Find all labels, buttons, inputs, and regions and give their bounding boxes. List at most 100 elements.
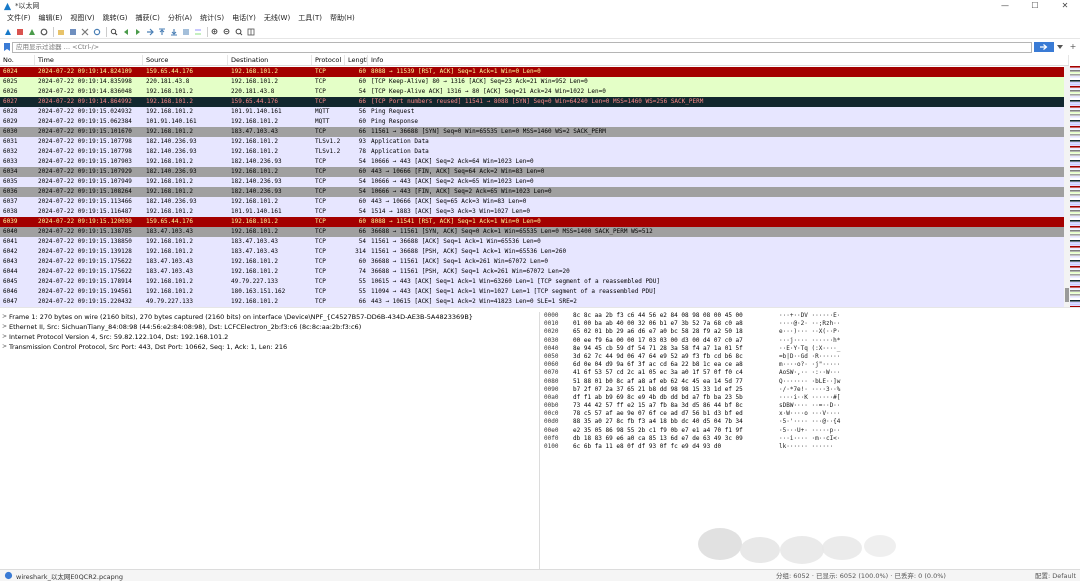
column-header-length[interactable]: Length bbox=[345, 55, 368, 65]
detail-frame[interactable]: > Frame 1: 270 bytes on wire (2160 bits),… bbox=[0, 312, 539, 322]
packet-row[interactable]: 6047 2024-07-22 09:19:15.220432 49.79.227.… bbox=[0, 297, 1069, 307]
menu-view[interactable]: 视图(V) bbox=[66, 12, 98, 25]
column-header-info[interactable]: Info bbox=[368, 55, 1069, 65]
restart-capture-icon[interactable] bbox=[27, 27, 37, 37]
hex-row[interactable]: 0030 00 ee f9 6a 00 00 17 03 03 00 d3 00 … bbox=[541, 337, 1080, 345]
packet-row[interactable]: 6028 2024-07-22 09:19:15.024932 192.168.10… bbox=[0, 107, 1069, 117]
packet-row[interactable]: 6044 2024-07-22 09:19:15.175622 183.47.103… bbox=[0, 267, 1069, 277]
reload-icon[interactable] bbox=[92, 27, 102, 37]
hex-row[interactable]: 0040 8e 94 45 cb 59 df 54 71 28 3a 58 f4 … bbox=[541, 345, 1080, 353]
filter-dropdown-icon[interactable] bbox=[1055, 42, 1065, 52]
save-file-icon[interactable] bbox=[68, 27, 78, 37]
packet-row[interactable]: 6033 2024-07-22 09:19:15.107903 192.168.10… bbox=[0, 157, 1069, 167]
packet-row[interactable]: 6035 2024-07-22 09:19:15.107949 192.168.10… bbox=[0, 177, 1069, 187]
hex-row[interactable]: 0050 3d 62 7c 44 9d 06 47 64 e9 52 a9 f3 … bbox=[541, 353, 1080, 361]
hex-row[interactable]: 0090 b7 2f 07 2a 37 65 21 b8 dd 98 98 15 … bbox=[541, 386, 1080, 394]
minimize-icon[interactable]: — bbox=[990, 0, 1020, 12]
find-packet-icon[interactable] bbox=[109, 27, 119, 37]
hex-row[interactable]: 0070 41 6f 53 57 cd 2c a1 05 ec 3a a0 1f … bbox=[541, 369, 1080, 377]
packet-row[interactable]: 6041 2024-07-22 09:19:15.138850 192.168.10… bbox=[0, 237, 1069, 247]
minimap-line bbox=[1070, 216, 1080, 218]
close-icon[interactable]: ✕ bbox=[1050, 0, 1080, 12]
hex-row[interactable]: 00c0 78 c5 57 af ae 9e 07 6f ce ad d7 56 … bbox=[541, 410, 1080, 418]
hex-row[interactable]: 0080 51 88 01 b0 8c af a8 af eb 62 4c 45 … bbox=[541, 378, 1080, 386]
menu-tools[interactable]: 工具(T) bbox=[294, 12, 326, 25]
menu-statistics[interactable]: 统计(S) bbox=[196, 12, 228, 25]
hex-row[interactable]: 00e0 e2 35 05 86 98 55 2b c1 f9 0b e7 e1 … bbox=[541, 427, 1080, 435]
stop-capture-icon[interactable] bbox=[15, 27, 25, 37]
hex-row[interactable]: 0020 65 02 01 bb 29 a6 d6 e7 a0 bc 58 28 … bbox=[541, 328, 1080, 336]
packet-row[interactable]: 6046 2024-07-22 09:19:15.194561 192.168.10… bbox=[0, 287, 1069, 297]
hex-row[interactable]: 0060 6d 0e 04 d9 9a 6f 3f ac cd 6a 22 b8 … bbox=[541, 361, 1080, 369]
menu-analyze[interactable]: 分析(A) bbox=[164, 12, 196, 25]
zoom-out-icon[interactable] bbox=[222, 27, 232, 37]
packet-row[interactable]: 6043 2024-07-22 09:19:15.175622 183.47.103… bbox=[0, 257, 1069, 267]
hex-row[interactable]: 00f0 db 18 83 69 e6 a0 ca 85 13 6d e7 de … bbox=[541, 435, 1080, 443]
expert-info-icon[interactable] bbox=[4, 571, 13, 580]
packet-row[interactable]: 6042 2024-07-22 09:19:15.139128 192.168.10… bbox=[0, 247, 1069, 257]
bookmark-icon[interactable] bbox=[2, 42, 12, 52]
packet-row[interactable]: 6026 2024-07-22 09:19:14.836048 192.168.10… bbox=[0, 87, 1069, 97]
packet-row[interactable]: 6037 2024-07-22 09:19:15.113466 182.140.23… bbox=[0, 197, 1069, 207]
packet-row[interactable]: 6030 2024-07-22 09:19:15.101670 192.168.10… bbox=[0, 127, 1069, 137]
packet-row[interactable]: 6034 2024-07-22 09:19:15.107929 182.140.23… bbox=[0, 167, 1069, 177]
menu-file[interactable]: 文件(F) bbox=[3, 12, 35, 25]
hex-row[interactable]: 00a0 df f1 ab b9 69 8c e9 4b db dd bd a7 … bbox=[541, 394, 1080, 402]
column-header-no[interactable]: No. bbox=[0, 55, 35, 65]
hex-row[interactable]: 0010 01 00 ba ab 40 00 32 06 b1 e7 3b 52 … bbox=[541, 320, 1080, 328]
go-forward-icon[interactable] bbox=[133, 27, 143, 37]
expand-arrow-icon[interactable]: > bbox=[0, 312, 9, 322]
packet-row[interactable]: 6045 2024-07-22 09:19:15.178914 192.168.10… bbox=[0, 277, 1069, 287]
expand-arrow-icon[interactable]: > bbox=[0, 322, 9, 332]
packet-row[interactable]: 6027 2024-07-22 09:19:14.864992 192.168.10… bbox=[0, 97, 1069, 107]
menu-telephony[interactable]: 电话(Y) bbox=[228, 12, 260, 25]
expand-arrow-icon[interactable]: > bbox=[0, 342, 9, 352]
packet-row[interactable]: 6036 2024-07-22 09:19:15.108264 192.168.10… bbox=[0, 187, 1069, 197]
menu-go[interactable]: 跳转(G) bbox=[99, 12, 132, 25]
menu-wireless[interactable]: 无线(W) bbox=[260, 12, 294, 25]
packet-row[interactable]: 6025 2024-07-22 09:19:14.835998 220.181.43… bbox=[0, 77, 1069, 87]
capture-options-icon[interactable] bbox=[39, 27, 49, 37]
column-header-time[interactable]: Time bbox=[35, 55, 143, 65]
packet-row[interactable]: 6029 2024-07-22 09:19:15.062384 101.91.140… bbox=[0, 117, 1069, 127]
detail-tcp[interactable]: > Transmission Control Protocol, Src Port… bbox=[0, 342, 539, 352]
start-capture-icon[interactable] bbox=[3, 27, 13, 37]
zoom-in-icon[interactable] bbox=[210, 27, 220, 37]
autoscroll-icon[interactable] bbox=[181, 27, 191, 37]
add-filter-button[interactable]: + bbox=[1068, 42, 1078, 52]
column-header-source[interactable]: Source bbox=[143, 55, 228, 65]
last-packet-icon[interactable] bbox=[169, 27, 179, 37]
menu-edit[interactable]: 编辑(E) bbox=[35, 12, 67, 25]
hex-row[interactable]: 0000 8c 8c aa 2b f3 c6 44 56 e2 84 08 98 … bbox=[541, 312, 1080, 320]
maximize-icon[interactable]: ☐ bbox=[1020, 0, 1050, 12]
colorize-icon[interactable] bbox=[193, 27, 203, 37]
first-packet-icon[interactable] bbox=[157, 27, 167, 37]
packet-row[interactable]: 6032 2024-07-22 09:19:15.107798 182.140.23… bbox=[0, 147, 1069, 157]
detail-ethernet[interactable]: > Ethernet II, Src: SichuanTiany_84:08:98… bbox=[0, 322, 539, 332]
packet-row[interactable]: 6031 2024-07-22 09:19:15.107798 182.140.23… bbox=[0, 137, 1069, 147]
go-to-packet-icon[interactable] bbox=[145, 27, 155, 37]
menu-capture[interactable]: 捕获(C) bbox=[132, 12, 164, 25]
packet-row[interactable]: 6040 2024-07-22 09:19:15.138785 183.47.103… bbox=[0, 227, 1069, 237]
open-file-icon[interactable] bbox=[56, 27, 66, 37]
column-header-protocol[interactable]: Protocol bbox=[312, 55, 345, 65]
scrollbar-thumb[interactable] bbox=[1065, 288, 1069, 302]
resize-columns-icon[interactable] bbox=[246, 27, 256, 37]
expand-arrow-icon[interactable]: > bbox=[0, 332, 9, 342]
normal-size-icon[interactable] bbox=[234, 27, 244, 37]
packet-row[interactable]: 6039 2024-07-22 09:19:15.120030 159.65.44.… bbox=[0, 217, 1069, 227]
hex-row[interactable]: 0100 6c 6b fa 11 e8 0f df 93 0f fc e9 d4 … bbox=[541, 443, 1080, 451]
menu-help[interactable]: 帮助(H) bbox=[326, 12, 359, 25]
close-file-icon[interactable] bbox=[80, 27, 90, 37]
profile-label[interactable]: 配置: Default bbox=[1035, 570, 1076, 581]
packet-minimap[interactable] bbox=[1070, 66, 1080, 307]
packet-row[interactable]: 6038 2024-07-22 09:19:15.116487 192.168.10… bbox=[0, 207, 1069, 217]
go-back-icon[interactable] bbox=[121, 27, 131, 37]
apply-filter-button[interactable] bbox=[1034, 42, 1054, 52]
detail-ipv4[interactable]: > Internet Protocol Version 4, Src: 59.82… bbox=[0, 332, 539, 342]
packet-row[interactable]: 6024 2024-07-22 09:19:14.824109 159.65.44.… bbox=[0, 67, 1069, 77]
hex-row[interactable]: 00d0 88 35 a0 27 8c fb f3 a4 18 bb dc 40 … bbox=[541, 418, 1080, 426]
column-header-destination[interactable]: Destination bbox=[228, 55, 312, 65]
hex-row[interactable]: 00b0 73 44 42 57 ff e2 15 a7 fb 8a 3d d5 … bbox=[541, 402, 1080, 410]
display-filter-input[interactable] bbox=[12, 41, 1032, 53]
